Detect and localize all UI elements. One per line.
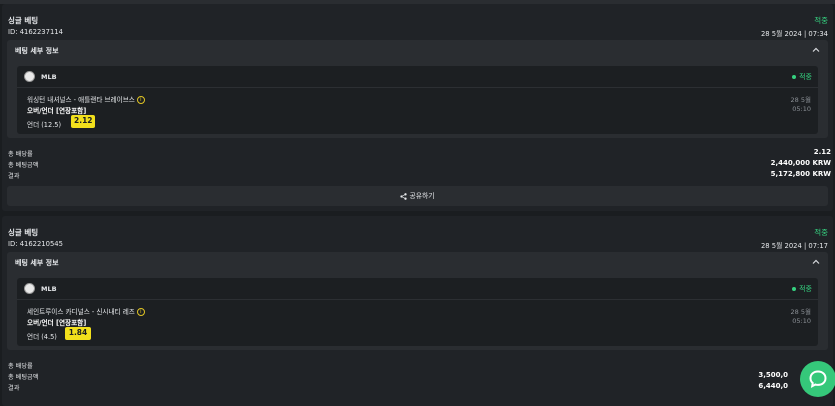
total-odds-label: 총 배당률 xyxy=(8,363,33,370)
event-date: 28 5월 xyxy=(790,96,811,104)
chat-button[interactable] xyxy=(800,361,835,397)
total-odds-row: 총 배당률 2.12 xyxy=(8,147,831,158)
bet-datetime: 28 5월 2024 | 07:34 xyxy=(760,30,828,38)
status-dot xyxy=(792,287,797,291)
bet-type: 싱글 베팅 xyxy=(8,16,39,25)
bet-card: 싱글 베팅 ID: 4162237114 적중 28 5월 2024 | 07:… xyxy=(2,4,833,211)
total-odds-label: 총 배당률 xyxy=(8,151,33,158)
result-row: 결과 5,172,800 KRW xyxy=(8,169,831,180)
pick-selection: 언더 (12.5) xyxy=(27,121,62,129)
event-date: 28 5월 xyxy=(790,308,811,316)
chevron-up-icon[interactable] xyxy=(810,44,822,56)
total-stake-value: 2,440,000 KRW xyxy=(770,159,831,167)
chat-icon xyxy=(809,370,827,389)
total-odds-row: 총 배당률 xyxy=(8,359,788,370)
league-name: MLB xyxy=(41,73,57,81)
bet-details-panel: 베팅 세부 정보 MLB 적중 세인트루이스 카디널스 - 신시내티 레즈 i 오… xyxy=(7,252,828,350)
event-time: 05:10 xyxy=(792,317,811,325)
share-label: 공유하기 xyxy=(409,192,435,200)
match-name: 세인트루이스 카디널스 - 신시내티 레즈 i xyxy=(27,306,145,316)
share-button[interactable]: 공유하기 xyxy=(7,186,828,206)
match-teams: 워싱턴 내셔널스 - 애틀랜타 브레이브스 xyxy=(27,96,135,104)
bet-card: 싱글 베팅 ID: 4162210545 적중 28 5월 2024 | 07:… xyxy=(2,216,833,406)
bet-details-header[interactable]: 베팅 세부 정보 xyxy=(7,40,828,60)
bet-totals: 총 배당률 총 베팅금액 3,500,0 결과 6,440,0 xyxy=(8,359,788,392)
total-stake-label: 총 베팅금액 xyxy=(8,162,39,169)
league-row: MLB 적중 xyxy=(17,66,818,88)
bet-card-header: 싱글 베팅 ID: 4162210545 적중 28 5월 2024 | 07:… xyxy=(2,216,833,250)
status-dot xyxy=(792,75,797,79)
result-label: 결과 xyxy=(8,385,20,392)
bet-status: 적중 xyxy=(814,228,828,237)
chevron-up-icon[interactable] xyxy=(810,256,822,268)
total-odds-value: 2.12 xyxy=(813,148,831,156)
total-stake-row: 총 베팅금액 2,440,000 KRW xyxy=(8,158,831,169)
match-name: 워싱턴 내셔널스 - 애틀랜타 브레이브스 i xyxy=(27,94,145,104)
bet-details-panel: 베팅 세부 정보 MLB 적중 워싱턴 내셔널스 - 애틀랜타 브레이브스 i 오… xyxy=(7,40,828,138)
bet-id: ID: 4162237114 xyxy=(8,28,63,36)
bet-details-title: 베팅 세부 정보 xyxy=(15,47,59,55)
result-value: 5,172,800 KRW xyxy=(770,170,831,178)
market-name: 오버/언더 [연장포함] xyxy=(27,107,87,115)
result-label: 결과 xyxy=(8,173,20,180)
baseball-icon xyxy=(24,283,35,294)
total-stake-label: 총 베팅금액 xyxy=(8,374,39,381)
result-value: 6,440,0 xyxy=(758,382,788,390)
bet-type: 싱글 베팅 xyxy=(8,228,39,237)
bet-id: ID: 4162210545 xyxy=(8,240,63,248)
info-icon[interactable]: i xyxy=(136,96,145,104)
bet-card-header: 싱글 베팅 ID: 4162237114 적중 28 5월 2024 | 07:… xyxy=(2,4,833,38)
total-stake-value: 3,500,0 xyxy=(758,371,788,379)
bet-totals: 총 배당률 2.12 총 베팅금액 2,440,000 KRW 결과 5,172… xyxy=(8,147,831,180)
total-stake-row: 총 베팅금액 3,500,0 xyxy=(8,370,788,381)
event-status: 적중 xyxy=(792,72,812,82)
market-name: 오버/언더 [연장포함] xyxy=(27,319,87,327)
share-icon xyxy=(400,192,408,200)
match-teams: 세인트루이스 카디널스 - 신시내티 레즈 xyxy=(27,308,135,316)
bet-details-title: 베팅 세부 정보 xyxy=(15,259,59,267)
result-row: 결과 6,440,0 xyxy=(8,381,788,392)
info-icon[interactable]: i xyxy=(136,308,145,316)
event-status-text: 적중 xyxy=(799,73,812,81)
event-time: 05:10 xyxy=(792,105,811,113)
bet-datetime: 28 5월 2024 | 07:17 xyxy=(760,242,828,250)
bet-details-header[interactable]: 베팅 세부 정보 xyxy=(7,252,828,272)
bet-status: 적중 xyxy=(814,16,828,25)
league-name: MLB xyxy=(41,285,57,293)
league-row: MLB 적중 xyxy=(17,278,818,300)
event-status-text: 적중 xyxy=(799,285,812,293)
event-item: MLB 적중 세인트루이스 카디널스 - 신시내티 레즈 i 오버/언더 [연장포… xyxy=(17,278,818,346)
baseball-icon xyxy=(24,71,35,82)
event-status: 적중 xyxy=(792,284,812,294)
odds-badge: 2.12 xyxy=(71,115,95,128)
event-item: MLB 적중 워싱턴 내셔널스 - 애틀랜타 브레이브스 i 오버/언더 [연장포… xyxy=(17,66,818,134)
pick-selection: 언더 (4.5) xyxy=(27,333,57,341)
odds-badge: 1.84 xyxy=(65,327,91,340)
